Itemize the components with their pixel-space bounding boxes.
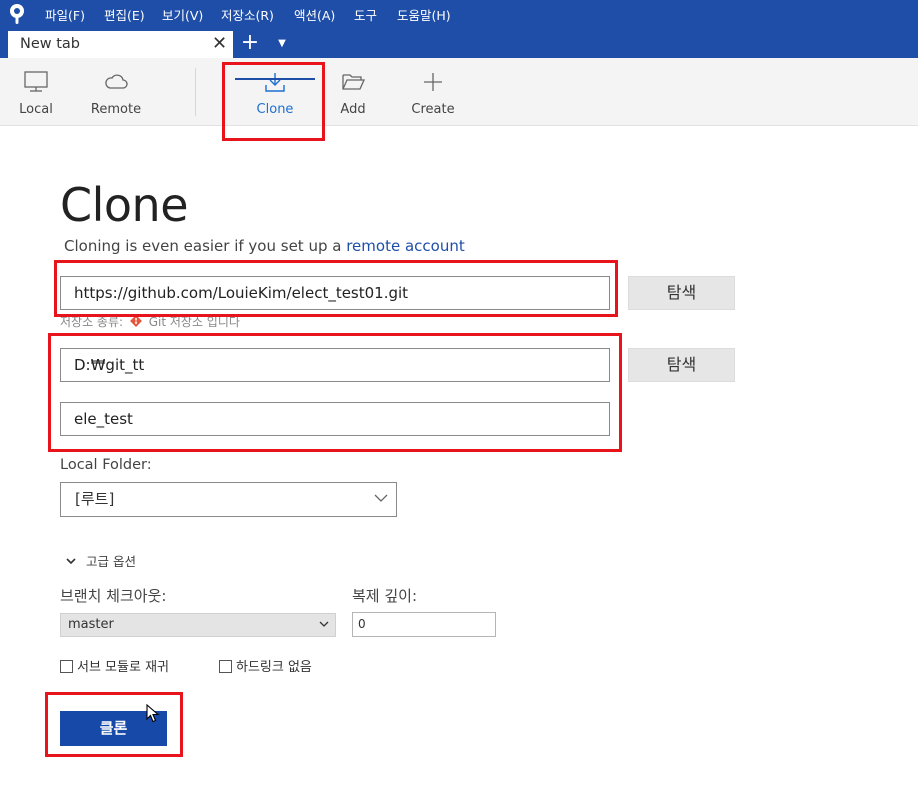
checkbox-box[interactable] [219, 660, 232, 673]
branch-checkout-label: 브랜치 체크아웃: [60, 587, 167, 605]
tab-strip: New tab ✕ [0, 28, 918, 58]
clone-tool-highlight [222, 62, 325, 141]
remote-account-link[interactable]: remote account [346, 237, 465, 255]
create-label: Create [411, 102, 455, 117]
destination-highlight [48, 333, 622, 452]
create-button[interactable]: Create [403, 58, 463, 126]
plus-icon [424, 73, 442, 91]
toolbar: Local Remote Clone Add Create [0, 58, 918, 126]
tab-label: New tab [20, 36, 81, 52]
sourcetree-logo-icon[interactable] [8, 3, 26, 25]
no-hardlinks-checkbox[interactable]: 하드링크 없음 [219, 656, 312, 675]
folder-open-icon [342, 74, 365, 90]
checkbox-box[interactable] [60, 660, 73, 673]
browse-source-button[interactable]: 탐색 [628, 276, 735, 310]
tab-new-tab[interactable]: New tab ✕ [8, 31, 233, 58]
repo-type-value: Git 저장소 입니다 [148, 315, 240, 329]
remote-button[interactable]: Remote [84, 58, 148, 126]
toolbar-divider [195, 68, 196, 116]
mouse-cursor-icon [146, 704, 160, 723]
page-subtitle: Cloning is even easier if you set up a r… [64, 237, 465, 255]
branch-select[interactable]: master [60, 613, 336, 637]
remote-label: Remote [90, 102, 142, 117]
advanced-options-label: 고급 옵션 [86, 554, 136, 569]
chevron-down-icon [319, 621, 329, 627]
clone-button-highlight [45, 692, 183, 757]
browse-destination-button[interactable]: 탐색 [628, 348, 735, 382]
page-title: Clone [60, 178, 189, 232]
local-label: Local [19, 102, 53, 117]
no-hardlinks-label: 하드링크 없음 [236, 660, 312, 675]
plus-icon[interactable]: + [238, 28, 262, 58]
menu-bar: 파일(F) 편집(E) 보기(V) 저장소(R) 액션(A) 도구 도움말(H) [0, 0, 918, 28]
menu-edit[interactable]: 편집(E) [104, 5, 145, 24]
menu-actions[interactable]: 액션(A) [294, 5, 335, 24]
menu-file[interactable]: 파일(F) [45, 5, 85, 24]
local-folder-select[interactable]: [루트] [60, 482, 397, 517]
cloud-icon [105, 74, 128, 89]
repo-type-label: 저장소 종류: [60, 315, 124, 329]
close-icon[interactable]: ✕ [212, 33, 227, 54]
menu-view[interactable]: 보기(V) [162, 5, 203, 24]
monitor-icon [24, 71, 48, 92]
chevron-down-icon [374, 494, 388, 502]
local-folder-value: [루트] [75, 490, 115, 508]
add-label: Add [340, 102, 366, 117]
recurse-submodules-label: 서브 모듈로 재귀 [77, 660, 169, 675]
clone-depth-label: 복제 깊이: [352, 587, 418, 605]
clone-depth-input[interactable]: 0 [352, 612, 496, 637]
menu-repository[interactable]: 저장소(R) [221, 5, 274, 24]
add-button[interactable]: Add [325, 58, 381, 126]
source-url-highlight [54, 260, 618, 317]
chevron-down-icon [66, 558, 76, 565]
menu-help[interactable]: 도움말(H) [397, 5, 451, 24]
advanced-options-toggle[interactable]: 고급 옵션 [66, 551, 136, 570]
local-folder-label: Local Folder: [60, 457, 152, 473]
local-button[interactable]: Local [10, 58, 62, 126]
recurse-submodules-checkbox[interactable]: 서브 모듈로 재귀 [60, 656, 169, 675]
subtitle-text: Cloning is even easier if you set up a [64, 237, 347, 255]
branch-value: master [68, 617, 114, 632]
menu-tools[interactable]: 도구 [354, 5, 377, 24]
chevron-down-icon[interactable]: ▼ [272, 28, 292, 58]
